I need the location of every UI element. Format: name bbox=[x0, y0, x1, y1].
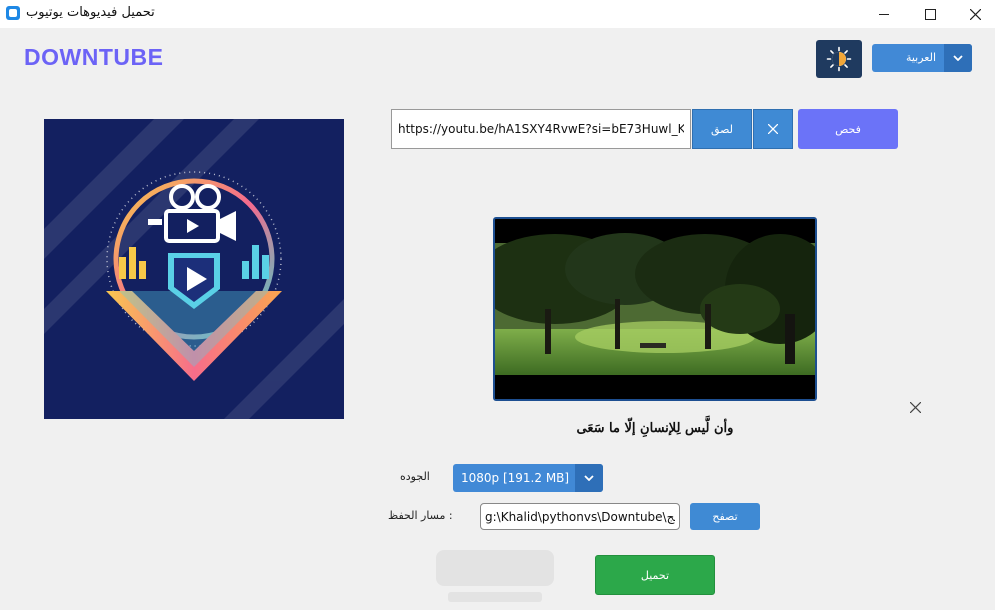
chevron-down-icon bbox=[575, 464, 603, 492]
video-title: وأن لَّيس لِلإنسانِ إلّا ما سَعَى bbox=[576, 421, 734, 436]
forest-scene-image bbox=[495, 219, 815, 399]
minimize-icon bbox=[879, 13, 889, 15]
quality-select[interactable]: 1080p [191.2 MB] bbox=[453, 464, 603, 492]
minimize-button[interactable] bbox=[861, 0, 907, 28]
brand-title: DOWNTUBE bbox=[24, 44, 164, 70]
save-path-input[interactable] bbox=[480, 503, 680, 530]
paste-button[interactable]: لصق bbox=[692, 109, 752, 149]
check-button[interactable]: فحص bbox=[798, 109, 898, 149]
theme-toggle-icon bbox=[826, 46, 852, 72]
title-bar: تحميل فيديوهات يوتيوب bbox=[0, 0, 995, 28]
quality-selected: 1080p [191.2 MB] bbox=[461, 471, 570, 485]
video-thumbnail bbox=[493, 217, 817, 401]
browse-button[interactable]: تصفح bbox=[690, 503, 760, 530]
close-icon bbox=[768, 124, 778, 134]
download-button[interactable]: تحميل bbox=[595, 555, 715, 595]
clear-url-button[interactable] bbox=[753, 109, 793, 149]
close-window-button[interactable] bbox=[952, 0, 995, 28]
video-camera-play-logo bbox=[44, 119, 344, 419]
app-logo bbox=[44, 119, 344, 419]
save-path-label: مسار الحفظ : bbox=[388, 509, 453, 522]
maximize-icon bbox=[924, 8, 936, 20]
maximize-button[interactable] bbox=[907, 0, 953, 28]
close-icon bbox=[969, 8, 981, 20]
quality-label: الجوده bbox=[400, 470, 430, 483]
app-icon bbox=[6, 6, 20, 20]
close-preview-button[interactable] bbox=[909, 398, 924, 414]
close-icon bbox=[909, 401, 922, 414]
chevron-down-icon bbox=[944, 44, 972, 72]
language-selected: العربية bbox=[905, 51, 936, 64]
window-title: تحميل فيديوهات يوتيوب bbox=[26, 5, 155, 20]
language-select[interactable]: العربية bbox=[872, 44, 972, 72]
theme-toggle-button[interactable] bbox=[816, 40, 862, 78]
url-input[interactable] bbox=[391, 109, 691, 149]
watermark-logo bbox=[436, 550, 554, 602]
